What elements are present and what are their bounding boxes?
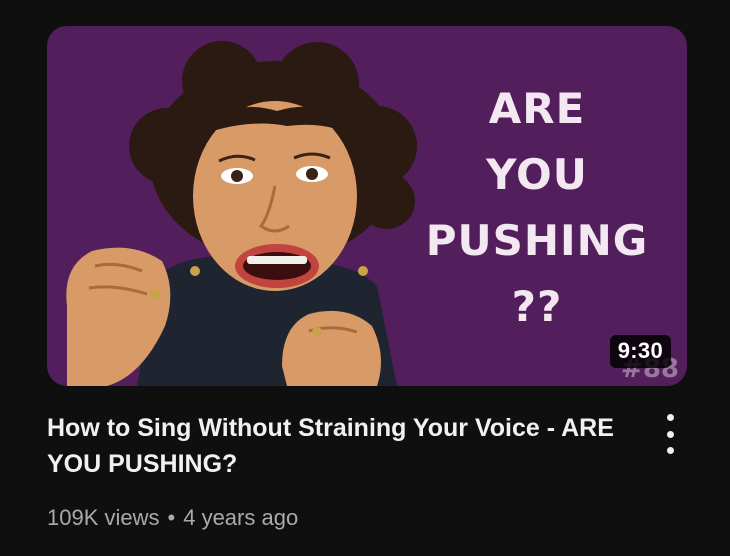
thumbnail-headline: ARE YOU PUSHING ?? — [402, 76, 672, 340]
video-thumbnail[interactable]: ARE YOU PUSHING ?? #88 9:30 — [47, 26, 687, 386]
video-card: ARE YOU PUSHING ?? #88 9:30 How to Sing … — [0, 0, 730, 556]
more-vertical-icon — [666, 447, 674, 454]
thumbnail-headline-line: PUSHING — [425, 216, 649, 265]
thumbnail-headline-line: ARE — [488, 84, 586, 133]
more-vertical-icon — [666, 414, 674, 421]
video-metadata: 109K views • 4 years ago — [47, 505, 298, 531]
video-title[interactable]: How to Sing Without Straining Your Voice… — [47, 410, 647, 482]
duration-badge: 9:30 — [609, 335, 671, 368]
thumbnail-headline-line: ?? — [511, 282, 563, 331]
more-options-button[interactable] — [654, 414, 686, 454]
view-count: 109K views — [47, 505, 160, 530]
thumbnail-headline-line: YOU — [486, 150, 588, 199]
more-vertical-icon — [666, 430, 674, 438]
upload-age: 4 years ago — [183, 505, 299, 530]
metadata-separator: • — [167, 505, 176, 530]
